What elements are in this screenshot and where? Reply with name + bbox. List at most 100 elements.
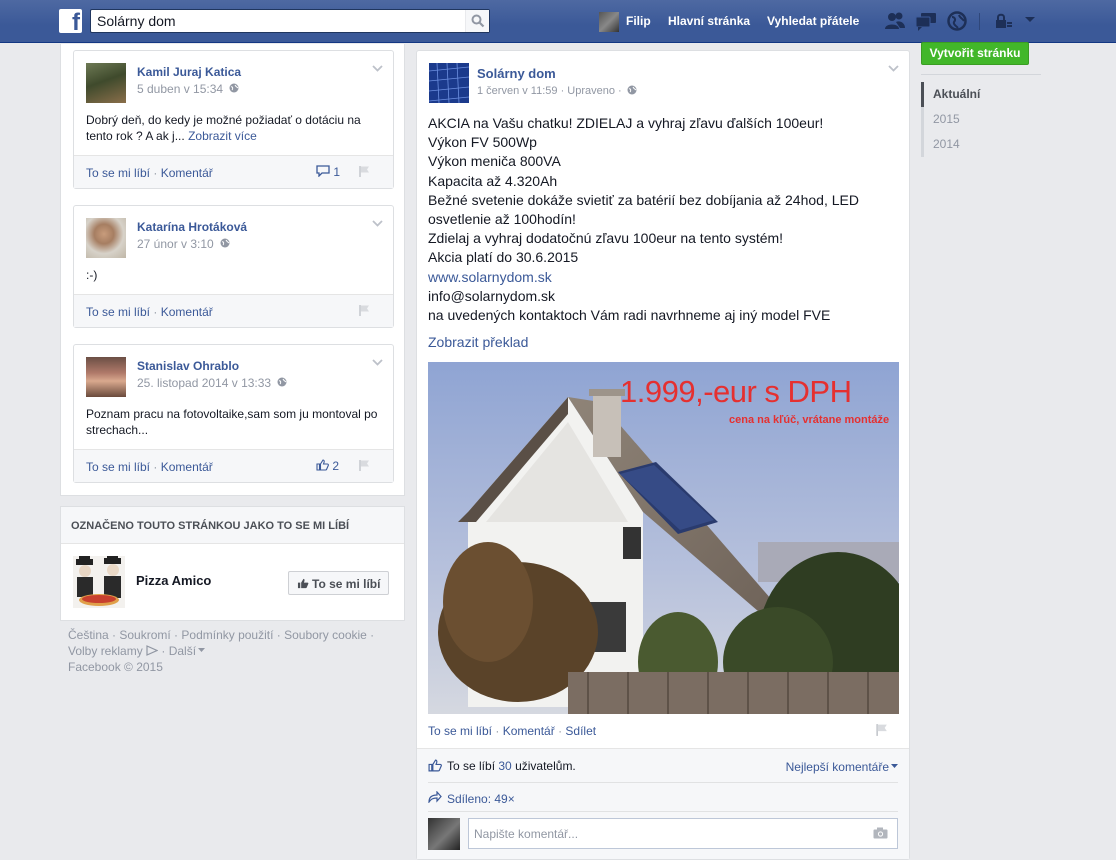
post-line: Akcia platí do 30.6.2015 xyxy=(428,249,579,266)
page-avatar[interactable] xyxy=(429,63,469,103)
post-feedback: To se líbí 30 uživatelům. Nejlepší komen… xyxy=(417,748,909,859)
shares-summary[interactable]: Sdíleno: 49× xyxy=(428,791,515,806)
post-timestamp[interactable]: 1 červen v 11:59 · Upraveno · xyxy=(477,85,622,97)
chevron-down-icon[interactable] xyxy=(372,220,383,227)
comment-time-text[interactable]: 27 únor v 3:10 xyxy=(137,237,214,251)
see-more-link[interactable]: Zobrazit více xyxy=(188,129,257,143)
comment-time[interactable]: 25. listopad 2014 v 13:33 xyxy=(137,376,287,390)
comment-link[interactable]: Komentář xyxy=(161,305,213,319)
chevron-down-icon[interactable] xyxy=(372,359,383,366)
camera-icon[interactable] xyxy=(873,827,888,839)
footer-link-privacy[interactable]: Soukromí xyxy=(119,628,170,642)
year-item-current[interactable]: Aktuální xyxy=(921,82,1041,107)
share-arrow-icon xyxy=(428,791,442,803)
footer-links: Čeština · Soukromí · Podmínky použití · … xyxy=(68,628,375,674)
comment-link[interactable]: Komentář xyxy=(161,460,213,474)
chevron-down-icon xyxy=(891,764,898,768)
post-line: Zdielaj a vyhraj dodatočnú zľavu 100eur … xyxy=(428,230,784,247)
footer-link-language[interactable]: Čeština xyxy=(68,628,109,642)
post-share-link[interactable]: Sdílet xyxy=(565,724,596,738)
divider xyxy=(428,782,898,783)
footer-link-more[interactable]: Další xyxy=(169,644,196,658)
search-box xyxy=(90,9,490,33)
ad-choices-icon xyxy=(146,645,159,656)
flag-icon[interactable] xyxy=(358,459,371,472)
user-avatar[interactable] xyxy=(599,12,619,32)
comment-time[interactable]: 27 únor v 3:10 xyxy=(137,237,230,251)
pizza-amico-thumbnail[interactable] xyxy=(73,556,125,608)
avatar[interactable] xyxy=(86,357,126,397)
post-page-name[interactable]: Solárny dom xyxy=(477,66,556,81)
footer-link-ad-choices[interactable]: Volby reklamy xyxy=(68,644,143,658)
comment-order-label: Nejlepší komentáře xyxy=(785,760,889,774)
comment-input[interactable] xyxy=(469,819,859,848)
user-name-link[interactable]: Filip xyxy=(626,14,651,28)
year-item-2015[interactable]: 2015 xyxy=(921,107,1041,132)
comment-time-text[interactable]: 5 duben v 15:34 xyxy=(137,82,223,96)
comment-time-text[interactable]: 25. listopad 2014 v 13:33 xyxy=(137,376,271,390)
comment-author[interactable]: Stanislav Ohrablo xyxy=(137,359,239,373)
post-options-chevron-icon[interactable] xyxy=(888,65,899,72)
privacy-lock-icon[interactable] xyxy=(995,13,1013,29)
post-line: Bežné svetenie dokáže svietiť za batérií… xyxy=(428,191,859,228)
liked-page-name[interactable]: Pizza Amico xyxy=(136,573,211,588)
search-button[interactable] xyxy=(465,10,489,32)
thumbs-up-icon xyxy=(428,759,442,772)
avatar[interactable] xyxy=(86,63,126,103)
find-friends-link[interactable]: Vyhledat přátele xyxy=(767,14,859,28)
likes-count-link[interactable]: 30 xyxy=(498,759,511,773)
likes-suffix: uživatelům. xyxy=(515,759,576,773)
like-count[interactable]: 2 xyxy=(316,459,339,473)
flag-icon[interactable] xyxy=(358,165,371,178)
likes-prefix: To se líbí xyxy=(447,759,496,773)
pizza-amico-picture xyxy=(73,556,125,608)
like-page-button[interactable]: To se mi líbí xyxy=(288,571,389,595)
like-page-button-label: To se mi líbí xyxy=(312,577,381,591)
like-link[interactable]: To se mi líbí xyxy=(86,166,150,180)
shares-count: Sdíleno: 49× xyxy=(447,792,515,806)
chevron-down-icon[interactable] xyxy=(372,65,383,72)
chevron-down-icon xyxy=(198,648,206,652)
home-link[interactable]: Hlavní stránka xyxy=(668,14,750,28)
post-line: AKCIA na Vašu chatku! ZDIELAJ a vyhraj z… xyxy=(428,115,824,131)
top-separator xyxy=(979,13,980,30)
create-page-button[interactable]: Vytvořit stránku xyxy=(921,42,1029,65)
post-text: AKCIA na Vašu chatku! ZDIELAJ a vyhraj z… xyxy=(428,114,898,325)
comment-order-dropdown[interactable]: Nejlepší komentáře xyxy=(786,760,898,774)
search-input[interactable] xyxy=(91,10,465,32)
notifications-globe-icon[interactable] xyxy=(947,11,967,31)
avatar[interactable] xyxy=(86,218,126,258)
public-globe-icon xyxy=(220,238,230,248)
public-globe-icon xyxy=(229,83,239,93)
post-meta[interactable]: 1 červen v 11:59 · Upraveno · xyxy=(477,85,637,97)
account-menu-chevron-icon[interactable] xyxy=(1024,16,1036,24)
comment-footer: To se mi líbí · Komentář 2 xyxy=(74,449,393,482)
see-translation-link[interactable]: Zobrazit překlad xyxy=(428,334,528,350)
post-comment-link[interactable]: Komentář xyxy=(503,724,555,738)
footer-link-cookies[interactable]: Soubory cookie xyxy=(284,628,367,642)
post-line: na uvedených kontaktoch Vám radi navrhne… xyxy=(428,307,831,324)
public-globe-icon xyxy=(277,377,287,387)
like-link[interactable]: To se mi líbí xyxy=(86,305,150,319)
image-subtitle-text: cena na kľúč, vrátane montáže xyxy=(729,414,890,426)
comment-link[interactable]: Komentář xyxy=(161,166,213,180)
flag-icon[interactable] xyxy=(358,304,371,317)
messages-icon[interactable] xyxy=(915,11,937,31)
comment-author[interactable]: Katarína Hrotáková xyxy=(137,220,247,234)
search-icon xyxy=(471,14,485,28)
comment-text: Dobrý deň, do kedy je možné požiadať o d… xyxy=(86,112,381,144)
comment-count[interactable]: 1 xyxy=(316,165,340,179)
footer-link-terms[interactable]: Podmínky použití xyxy=(181,628,273,642)
public-globe-icon xyxy=(627,85,637,95)
thumbs-up-icon xyxy=(316,459,329,471)
website-link[interactable]: www.solarnydom.sk xyxy=(428,268,898,287)
like-link[interactable]: To se mi líbí xyxy=(86,460,150,474)
facebook-logo[interactable]: f xyxy=(59,9,82,36)
flag-icon[interactable] xyxy=(875,723,889,737)
post-photo[interactable]: 1.999,-eur s DPH cena na kľúč, vrátane m… xyxy=(428,362,899,714)
comment-time[interactable]: 5 duben v 15:34 xyxy=(137,82,239,96)
post-like-link[interactable]: To se mi líbí xyxy=(428,724,492,738)
year-item-2014[interactable]: 2014 xyxy=(921,132,1041,157)
comment-author[interactable]: Kamil Juraj Katica xyxy=(137,65,241,79)
friend-requests-icon[interactable] xyxy=(884,11,906,31)
